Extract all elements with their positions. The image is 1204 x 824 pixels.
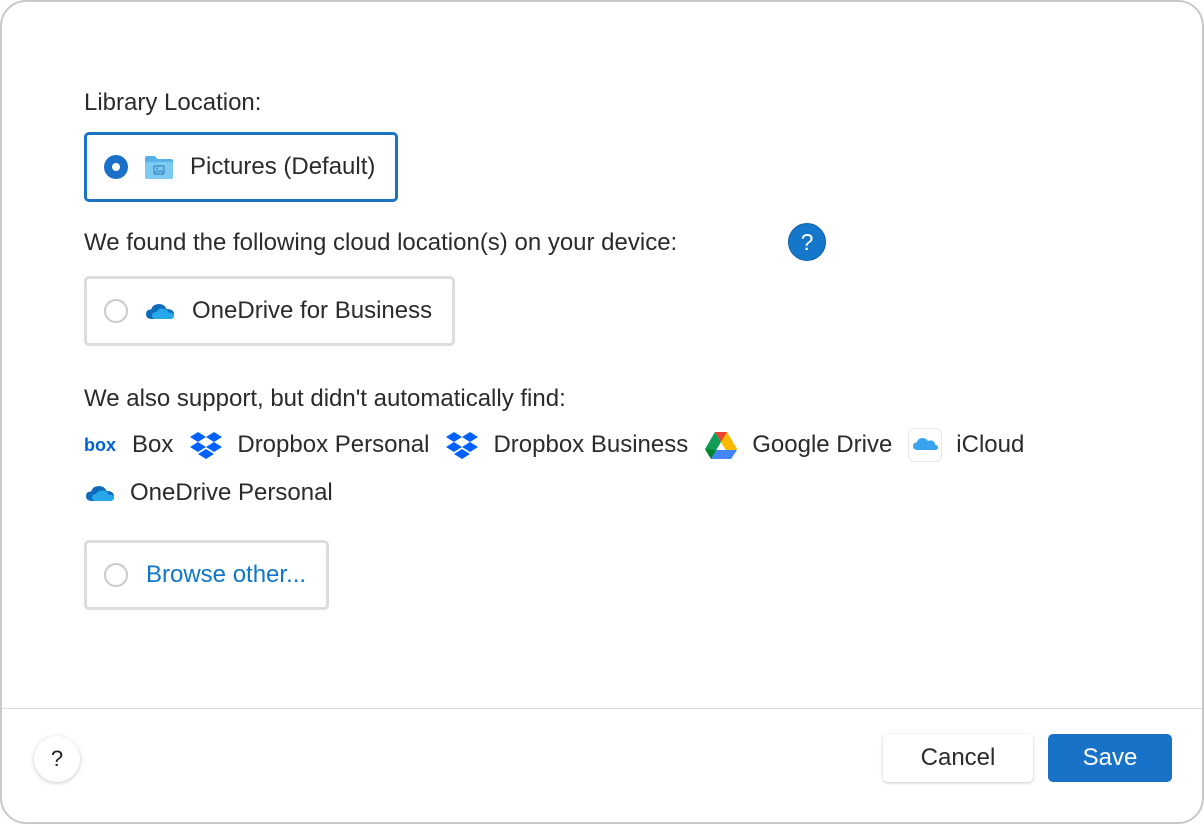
google-drive-icon [704,430,738,460]
svg-text:box: box [84,436,116,454]
also-supported-label: We also support, but didn't automaticall… [84,385,566,412]
option-pictures-default[interactable]: Pictures (Default) [84,132,399,202]
provider-box: box Box [84,430,173,460]
question-mark-icon: ? [50,746,64,771]
provider-label: OneDrive Personal [130,479,333,506]
dropbox-icon [189,430,223,460]
option-onedrive-for-business[interactable]: OneDrive for Business [84,276,456,346]
provider-label: Box [132,431,174,458]
provider-label: iCloud [956,431,1025,458]
radio-button[interactable] [104,299,128,323]
provider-google-drive: Google Drive [704,430,892,460]
dropbox-icon [445,430,479,460]
box-logo-icon: box [84,436,118,454]
question-mark-icon: ? [800,228,814,255]
provider-label: Dropbox Personal [237,431,430,458]
cloud-found-label: We found the following cloud location(s)… [84,229,678,256]
provider-dropbox-business: Dropbox Business [445,430,688,460]
onedrive-icon [84,483,116,503]
provider-onedrive-personal: OneDrive Personal [84,478,333,508]
provider-icloud: iCloud [908,428,1025,462]
provider-dropbox-personal: Dropbox Personal [189,430,429,460]
library-location-dialog: Library Location: Pictures (Default) We … [0,0,1204,824]
browse-other-link[interactable]: Browse other... [146,561,306,589]
provider-label: Google Drive [752,431,893,458]
option-label: Pictures (Default) [190,153,376,180]
save-button[interactable]: Save [1048,734,1172,782]
footer-divider [2,708,1202,709]
provider-label: Dropbox Business [493,431,689,458]
radio-button-selected[interactable] [104,155,128,179]
footer-help-button[interactable]: ? [34,736,80,782]
radio-button[interactable] [104,563,128,587]
option-label: OneDrive for Business [192,297,433,324]
icloud-icon [908,428,943,462]
option-browse-other[interactable]: Browse other... [84,540,330,610]
cancel-button[interactable]: Cancel [883,734,1033,782]
supported-providers-list: box Box Dropbox Personal Dropbox Busines… [84,428,1144,508]
library-location-label: Library Location: [84,89,262,116]
folder-icon [144,154,174,180]
cloud-help-button[interactable]: ? [788,223,826,261]
onedrive-icon [144,301,176,321]
